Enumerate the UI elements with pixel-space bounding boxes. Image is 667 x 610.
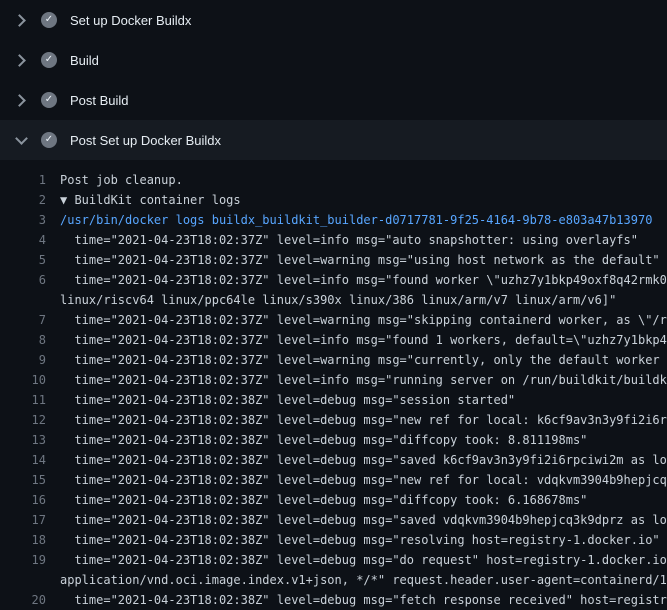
log-line: 6 time="2021-04-23T18:02:37Z" level=info… <box>0 270 667 290</box>
log-text: time="2021-04-23T18:02:37Z" level=info m… <box>60 370 667 390</box>
group-caret-icon: ▼ <box>60 190 67 210</box>
log-line: 12 time="2021-04-23T18:02:38Z" level=deb… <box>0 410 667 430</box>
chevron-right-icon <box>12 91 30 109</box>
log-line: 17 time="2021-04-23T18:02:38Z" level=deb… <box>0 510 667 530</box>
line-number[interactable]: 11 <box>0 390 60 410</box>
log-line: 9 time="2021-04-23T18:02:37Z" level=warn… <box>0 350 667 370</box>
chevron-right-icon <box>12 11 30 29</box>
success-check-icon: ✓ <box>41 132 57 148</box>
log-text: time="2021-04-23T18:02:38Z" level=debug … <box>60 390 515 410</box>
log-text: time="2021-04-23T18:02:37Z" level=warnin… <box>60 310 667 330</box>
log-line: 3/usr/bin/docker logs buildx_buildkit_bu… <box>0 210 667 230</box>
log-text: time="2021-04-23T18:02:38Z" level=debug … <box>60 590 667 610</box>
actions-log-viewer: ✓ Set up Docker Buildx ✓ Build ✓ Post Build ✓ P… <box>0 0 667 610</box>
log-line: 18 time="2021-04-23T18:02:38Z" level=deb… <box>0 530 667 550</box>
line-number[interactable]: 7 <box>0 310 60 330</box>
step-list: ✓ Set up Docker Buildx ✓ Build ✓ Post Build ✓ P… <box>0 0 667 160</box>
log-line: 2▼ BuildKit container logs <box>0 190 667 210</box>
log-text: time="2021-04-23T18:02:38Z" level=debug … <box>60 550 667 570</box>
step-header-set-up-docker-buildx[interactable]: ✓ Set up Docker Buildx <box>0 0 667 40</box>
line-number[interactable]: 2 <box>0 190 60 210</box>
chevron-down-icon <box>12 131 30 149</box>
log-text: time="2021-04-23T18:02:38Z" level=debug … <box>60 470 667 490</box>
step-header-post-set-up-docker-buildx[interactable]: ✓ Post Set up Docker Buildx <box>0 120 667 160</box>
log-line: 8 time="2021-04-23T18:02:37Z" level=info… <box>0 330 667 350</box>
log-line: 15 time="2021-04-23T18:02:38Z" level=deb… <box>0 470 667 490</box>
log-line: linux/riscv64 linux/ppc64le linux/s390x … <box>0 290 667 310</box>
log-text: time="2021-04-23T18:02:37Z" level=info m… <box>60 330 667 350</box>
line-number[interactable]: 3 <box>0 210 60 230</box>
line-number[interactable]: 20 <box>0 590 60 610</box>
chevron-right-icon <box>12 51 30 69</box>
log-text: time="2021-04-23T18:02:38Z" level=debug … <box>60 410 667 430</box>
log-text: time="2021-04-23T18:02:38Z" level=debug … <box>60 430 587 450</box>
success-check-icon: ✓ <box>41 12 57 28</box>
log-text: linux/riscv64 linux/ppc64le linux/s390x … <box>60 290 616 310</box>
log-line: 5 time="2021-04-23T18:02:37Z" level=warn… <box>0 250 667 270</box>
log-text: time="2021-04-23T18:02:38Z" level=debug … <box>60 490 587 510</box>
log-text: Post job cleanup. <box>60 170 183 190</box>
log-line: 10 time="2021-04-23T18:02:37Z" level=inf… <box>0 370 667 390</box>
line-number[interactable]: 8 <box>0 330 60 350</box>
line-number[interactable]: 15 <box>0 470 60 490</box>
log-text: time="2021-04-23T18:02:38Z" level=debug … <box>60 450 667 470</box>
line-number[interactable]: 16 <box>0 490 60 510</box>
log-text: time="2021-04-23T18:02:37Z" level=info m… <box>60 230 638 250</box>
line-number[interactable]: 17 <box>0 510 60 530</box>
line-number[interactable]: 12 <box>0 410 60 430</box>
line-number[interactable]: 9 <box>0 350 60 370</box>
success-check-icon: ✓ <box>41 52 57 68</box>
log-line: 13 time="2021-04-23T18:02:38Z" level=deb… <box>0 430 667 450</box>
step-label: Build <box>70 53 99 68</box>
log-text: time="2021-04-23T18:02:37Z" level=warnin… <box>60 350 667 370</box>
log-output: 1Post job cleanup.2▼ BuildKit container … <box>0 160 667 610</box>
step-label: Set up Docker Buildx <box>70 13 191 28</box>
log-text: time="2021-04-23T18:02:37Z" level=warnin… <box>60 250 660 270</box>
log-line: 14 time="2021-04-23T18:02:38Z" level=deb… <box>0 450 667 470</box>
line-number[interactable]: 19 <box>0 550 60 570</box>
success-check-icon: ✓ <box>41 92 57 108</box>
line-number[interactable]: 13 <box>0 430 60 450</box>
line-number[interactable]: 18 <box>0 530 60 550</box>
log-line: 19 time="2021-04-23T18:02:38Z" level=deb… <box>0 550 667 570</box>
log-line: application/vnd.oci.image.index.v1+json,… <box>0 570 667 590</box>
step-header-build[interactable]: ✓ Build <box>0 40 667 80</box>
line-number[interactable]: 6 <box>0 270 60 290</box>
line-number <box>0 570 60 590</box>
log-text: time="2021-04-23T18:02:38Z" level=debug … <box>60 510 667 530</box>
step-label: Post Set up Docker Buildx <box>70 133 221 148</box>
log-line: 1Post job cleanup. <box>0 170 667 190</box>
log-text: application/vnd.oci.image.index.v1+json,… <box>60 570 667 590</box>
log-group-toggle[interactable]: ▼ BuildKit container logs <box>60 190 241 210</box>
log-line: 4 time="2021-04-23T18:02:37Z" level=info… <box>0 230 667 250</box>
line-number[interactable]: 5 <box>0 250 60 270</box>
step-header-post-build[interactable]: ✓ Post Build <box>0 80 667 120</box>
log-text: time="2021-04-23T18:02:37Z" level=info m… <box>60 270 667 290</box>
log-line: 11 time="2021-04-23T18:02:38Z" level=deb… <box>0 390 667 410</box>
line-number[interactable]: 4 <box>0 230 60 250</box>
line-number[interactable]: 14 <box>0 450 60 470</box>
log-line: 7 time="2021-04-23T18:02:37Z" level=warn… <box>0 310 667 330</box>
line-number[interactable]: 10 <box>0 370 60 390</box>
log-line: 20 time="2021-04-23T18:02:38Z" level=deb… <box>0 590 667 610</box>
step-label: Post Build <box>70 93 129 108</box>
line-number <box>0 290 60 310</box>
log-line: 16 time="2021-04-23T18:02:38Z" level=deb… <box>0 490 667 510</box>
line-number[interactable]: 1 <box>0 170 60 190</box>
command-text: /usr/bin/docker logs buildx_buildkit_bui… <box>60 210 652 230</box>
log-text: time="2021-04-23T18:02:38Z" level=debug … <box>60 530 660 550</box>
